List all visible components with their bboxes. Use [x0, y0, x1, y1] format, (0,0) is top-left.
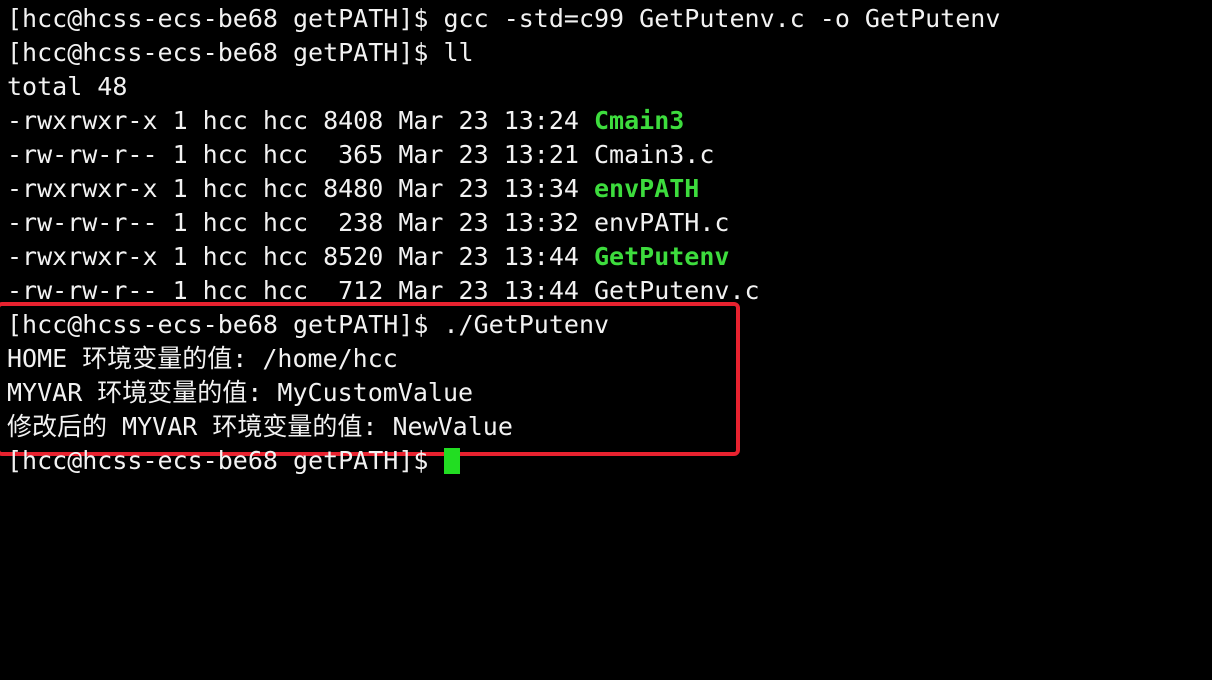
file-details: -rw-rw-r-- 1 hcc hcc 365 Mar 23 13:21: [7, 140, 594, 169]
file-details: -rw-rw-r-- 1 hcc hcc 712 Mar 23 13:44: [7, 276, 594, 305]
file-listing-row: -rwxrwxr-x 1 hcc hcc 8408 Mar 23 13:24 C…: [7, 104, 684, 138]
terminal-line-gcc-command: [hcc@hcss-ecs-be68 getPATH]$ gcc -std=c9…: [7, 4, 1001, 33]
terminal-prompt-line[interactable]: [hcc@hcss-ecs-be68 getPATH]$: [7, 444, 460, 478]
file-name: Cmain3.c: [594, 140, 715, 169]
terminal-line-home-output: HOME 环境变量的值: /home/hcc: [7, 344, 398, 373]
file-listing-row: -rw-rw-r-- 1 hcc hcc 238 Mar 23 13:32 en…: [7, 206, 729, 240]
file-listing-row: -rw-rw-r-- 1 hcc hcc 365 Mar 23 13:21 Cm…: [7, 138, 714, 172]
file-details: -rw-rw-r-- 1 hcc hcc 238 Mar 23 13:32: [7, 208, 594, 237]
file-listing-row: -rwxrwxr-x 1 hcc hcc 8520 Mar 23 13:44 G…: [7, 240, 729, 274]
file-name-executable: GetPutenv: [594, 242, 730, 271]
file-listing-row: -rwxrwxr-x 1 hcc hcc 8480 Mar 23 13:34 e…: [7, 172, 699, 206]
terminal-line-ll-command: [hcc@hcss-ecs-be68 getPATH]$ ll: [7, 38, 474, 67]
file-name: GetPutenv.c: [594, 276, 760, 305]
terminal-window[interactable]: [hcc@hcss-ecs-be68 getPATH]$ gcc -std=c9…: [0, 0, 1212, 495]
file-details: -rwxrwxr-x 1 hcc hcc 8408 Mar 23 13:24: [7, 106, 594, 135]
file-details: -rwxrwxr-x 1 hcc hcc 8520 Mar 23 13:44: [7, 242, 594, 271]
text-cursor: [443, 448, 460, 474]
file-details: -rwxrwxr-x 1 hcc hcc 8480 Mar 23 13:34: [7, 174, 594, 203]
terminal-line-myvar-output: MYVAR 环境变量的值: MyCustomValue: [7, 378, 474, 407]
file-name: envPATH.c: [594, 208, 730, 237]
file-listing-row: -rw-rw-r-- 1 hcc hcc 712 Mar 23 13:44 Ge…: [7, 274, 760, 308]
file-name-executable: Cmain3: [594, 106, 685, 135]
file-name-executable: envPATH: [594, 174, 700, 203]
terminal-line-run-command: [hcc@hcss-ecs-be68 getPATH]$ ./GetPutenv: [7, 310, 610, 339]
prompt-text: [hcc@hcss-ecs-be68 getPATH]$: [7, 446, 444, 475]
terminal-line-myvar-modified-output: 修改后的 MYVAR 环境变量的值: NewValue: [7, 412, 513, 441]
terminal-line-total: total 48: [7, 72, 128, 101]
